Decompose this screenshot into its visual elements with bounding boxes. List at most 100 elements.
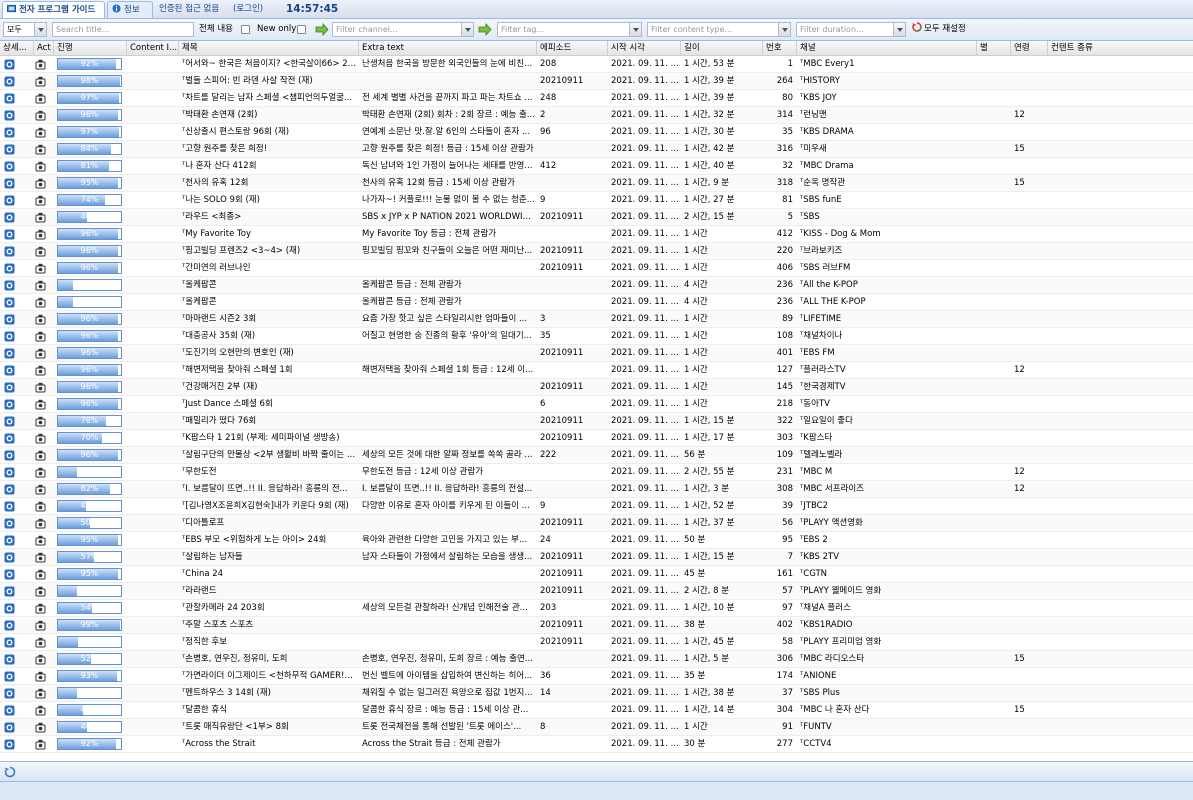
details-icon[interactable] <box>4 671 15 682</box>
details-icon[interactable] <box>4 246 15 257</box>
column-header-star[interactable]: 별 <box>977 41 1011 56</box>
details-icon[interactable] <box>4 722 15 733</box>
table-row[interactable]: 84% ᵀ고향 원주를 찾은 희정! 고향 원주를 찾은 희정! 등급 : 15세 … <box>0 141 1193 158</box>
record-icon[interactable] <box>35 263 46 274</box>
table-row[interactable]: 30% ᵀ펜트하우스 3 14회 (재) 채워질 수 없는 일그러진 욕망으로 집값… <box>0 685 1193 702</box>
details-icon[interactable] <box>4 263 15 274</box>
details-icon[interactable] <box>4 399 15 410</box>
details-icon[interactable] <box>4 552 15 563</box>
details-icon[interactable] <box>4 569 15 580</box>
table-row[interactable]: 95% ᵀEBS 부모 <위험하게 노는 아이> 24회 육아와 관련한 다양한 고… <box>0 532 1193 549</box>
record-icon[interactable] <box>35 705 46 716</box>
record-icon[interactable] <box>35 467 46 478</box>
table-row[interactable]: 96% ᵀ건강매거진 2부 (재) 20210911 2021. 09. 11. (.… <box>0 379 1193 396</box>
record-icon[interactable] <box>35 586 46 597</box>
record-icon[interactable] <box>35 93 46 104</box>
table-row[interactable]: 92% ᵀAcross the Strait Across the Strait 등… <box>0 736 1193 753</box>
record-icon[interactable] <box>35 654 46 665</box>
details-icon[interactable] <box>4 110 15 121</box>
details-icon[interactable] <box>4 93 15 104</box>
record-icon[interactable] <box>35 195 46 206</box>
reset-all-button[interactable]: 모두 재설정 <box>912 22 966 37</box>
record-icon[interactable] <box>35 671 46 682</box>
record-icon[interactable] <box>35 144 46 155</box>
details-icon[interactable] <box>4 280 15 291</box>
tag-filter[interactable]: Filter tag... <box>497 22 642 37</box>
tab-info[interactable]: 정보 <box>107 1 153 18</box>
table-row[interactable]: 24% ᵀ올케팝콘 올케팝콘 등급 : 전체 관람가 2021. 09. 11. (.… <box>0 277 1193 294</box>
table-row[interactable]: 46% ᵀ라우드 <최종> SBS x JYP x P NATION 2021 WO… <box>0 209 1193 226</box>
record-icon[interactable] <box>35 620 46 631</box>
column-header-content-type[interactable]: 컨텐트 종류 <box>1048 41 1193 56</box>
record-icon[interactable] <box>35 603 46 614</box>
record-icon[interactable] <box>35 722 46 733</box>
details-icon[interactable] <box>4 620 15 631</box>
details-icon[interactable] <box>4 518 15 529</box>
details-icon[interactable] <box>4 739 15 750</box>
table-row[interactable]: 81% ᵀ나 혼자 산다 412회 독신 남녀와 1인 가정이 늘어나는 세태를 반… <box>0 158 1193 175</box>
table-row[interactable]: 92% ᵀ어서와~ 한국은 처음이지? <한국살이66> 20... 난생처음 한국… <box>0 56 1193 73</box>
chevron-down-icon[interactable] <box>461 23 473 36</box>
chevron-down-icon[interactable] <box>893 23 905 36</box>
details-icon[interactable] <box>4 314 15 325</box>
record-icon[interactable] <box>35 246 46 257</box>
details-icon[interactable] <box>4 365 15 376</box>
record-icon[interactable] <box>35 739 46 750</box>
record-icon[interactable] <box>35 365 46 376</box>
column-header-actions[interactable]: Act <box>34 41 54 56</box>
chevron-down-icon[interactable] <box>629 23 641 36</box>
record-icon[interactable] <box>35 59 46 70</box>
details-icon[interactable] <box>4 654 15 665</box>
table-row[interactable]: 57% ᵀ살림하는 남자들 남자 스타들이 가정에서 살림하는 모습을 생생... 2… <box>0 549 1193 566</box>
details-icon[interactable] <box>4 467 15 478</box>
details-icon[interactable] <box>4 501 15 512</box>
details-icon[interactable] <box>4 586 15 597</box>
column-header-age[interactable]: 연령 <box>1011 41 1048 56</box>
record-icon[interactable] <box>35 76 46 87</box>
details-icon[interactable] <box>4 127 15 138</box>
column-header-extra-text[interactable]: Extra text <box>359 41 537 56</box>
details-icon[interactable] <box>4 450 15 461</box>
record-icon[interactable] <box>35 161 46 172</box>
scope-select[interactable]: 모두 <box>3 22 47 37</box>
record-icon[interactable] <box>35 110 46 121</box>
table-row[interactable]: 96% ᵀ간미연의 러브나인 20210911 2021. 09. 11. (... 1… <box>0 260 1193 277</box>
details-icon[interactable] <box>4 331 15 342</box>
table-row[interactable]: 96% ᵀ마마랜드 시즌2 3회 요즘 가장 핫고 싶은 스타일리시한 엄마들이 .… <box>0 311 1193 328</box>
table-row[interactable]: 46% ᵀ트롯 매직유랑단 <1부> 8회 트롯 전국체전을 통해 선발된 '트롯 … <box>0 719 1193 736</box>
details-icon[interactable] <box>4 416 15 427</box>
column-header-channel[interactable]: 채널 <box>797 41 977 56</box>
record-icon[interactable] <box>35 450 46 461</box>
table-row[interactable]: 52% ᵀ손병호, 연우진, 정유미, 도희 손병호, 연우진, 정유미, 도희 장… <box>0 651 1193 668</box>
table-row[interactable]: 96% ᵀ도진기의 오현만의 변호인 (재) 20210911 2021. 09. 1… <box>0 345 1193 362</box>
table-row[interactable]: 30% ᵀ라라랜드 20210911 2021. 09. 11. (... 2 시간, … <box>0 583 1193 600</box>
table-row[interactable]: 74% ᵀ나는 SOLO 9회 (재) 나가자~! 커플로!!! 눈물 없이 볼 수… <box>0 192 1193 209</box>
table-row[interactable]: 24% ᵀ올케팝콘 올케팝콘 등급 : 전체 관람가 2021. 09. 11. (.… <box>0 294 1193 311</box>
table-row[interactable]: 30% ᵀ무한도전 무한도전 등급 : 12세 이상 관람가 2021. 09. 11… <box>0 464 1193 481</box>
record-icon[interactable] <box>35 552 46 563</box>
details-icon[interactable] <box>4 297 15 308</box>
record-icon[interactable] <box>35 535 46 546</box>
record-icon[interactable] <box>35 348 46 359</box>
record-icon[interactable] <box>35 688 46 699</box>
details-icon[interactable] <box>4 348 15 359</box>
search-input[interactable]: Search title... <box>52 22 194 37</box>
details-icon[interactable] <box>4 76 15 87</box>
record-icon[interactable] <box>35 229 46 240</box>
column-header-details[interactable]: 상세... <box>0 41 34 56</box>
column-header-start-time[interactable]: 시작 시각 <box>608 41 681 56</box>
full-content-checkbox[interactable] <box>241 25 250 34</box>
table-row[interactable]: 96% ᵀ해변저택을 찾아줘 스페셜 1회 해변저택을 찾아줘 스페셜 1회 등급 … <box>0 362 1193 379</box>
record-icon[interactable] <box>35 518 46 529</box>
details-icon[interactable] <box>4 229 15 240</box>
table-row[interactable]: 98% ᵀ벌들 스피어: 빈 라덴 사살 작전 (재) 20210911 2021. … <box>0 73 1193 90</box>
content-type-filter[interactable]: Filter content type... <box>647 22 791 37</box>
record-icon[interactable] <box>35 501 46 512</box>
table-row[interactable]: 40% ᵀ달콤한 휴식 달콤한 휴식 장르 : 예능 등급 : 15세 이상 관..… <box>0 702 1193 719</box>
record-icon[interactable] <box>35 280 46 291</box>
table-row[interactable]: 76% ᵀ패밀리가 떴다 76회 20210911 2021. 09. 11. (..… <box>0 413 1193 430</box>
record-icon[interactable] <box>35 331 46 342</box>
record-icon[interactable] <box>35 569 46 580</box>
table-row[interactable]: 96% ᵀ대충공사 35회 (재) 어질고 현명한 숭 진종의 황후 '유아'의 일… <box>0 328 1193 345</box>
record-icon[interactable] <box>35 382 46 393</box>
